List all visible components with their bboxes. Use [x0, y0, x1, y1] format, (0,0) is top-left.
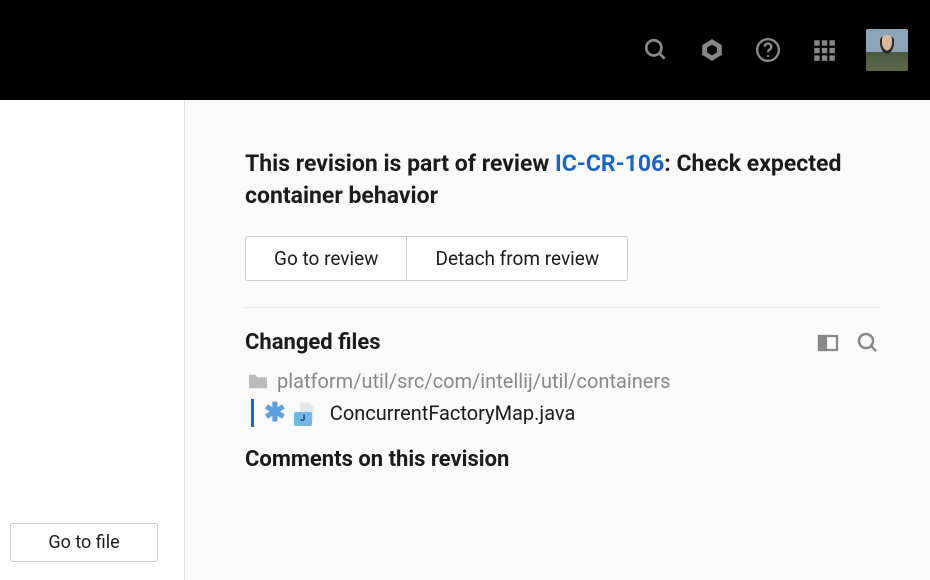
- top-bar: [0, 0, 930, 100]
- apps-grid-icon[interactable]: [810, 36, 838, 64]
- heading-prefix: This revision is part of review: [245, 150, 555, 177]
- revision-heading: This revision is part of review IC-CR-10…: [245, 148, 880, 212]
- help-icon[interactable]: [754, 36, 782, 64]
- modified-asterisk-icon: ✱: [264, 400, 286, 426]
- folder-path-text: platform/util/src/com/intellij/util/cont…: [277, 369, 670, 393]
- comments-title: Comments on this revision: [245, 447, 880, 472]
- changed-files-title: Changed files: [245, 330, 381, 355]
- divider: [245, 307, 880, 308]
- java-file-icon: J: [296, 402, 320, 424]
- go-to-file-button[interactable]: Go to file: [10, 523, 158, 562]
- changed-files-actions: [816, 331, 880, 355]
- file-name-text: ConcurrentFactoryMap.java: [330, 401, 576, 425]
- body-area: Go to file This revision is part of revi…: [0, 100, 930, 580]
- hexagon-icon[interactable]: [698, 36, 726, 64]
- change-indicator-bar: [251, 399, 254, 427]
- search-icon[interactable]: [642, 36, 670, 64]
- diff-view-icon[interactable]: [816, 331, 840, 355]
- folder-row[interactable]: platform/util/src/com/intellij/util/cont…: [247, 369, 880, 393]
- folder-icon: [247, 372, 269, 390]
- search-files-icon[interactable]: [856, 331, 880, 355]
- sidebar: Go to file: [0, 100, 185, 580]
- go-to-review-button[interactable]: Go to review: [245, 236, 407, 281]
- action-button-row: Go to review Detach from review: [245, 236, 880, 281]
- file-row[interactable]: ✱ J ConcurrentFactoryMap.java: [251, 399, 880, 427]
- main-content: This revision is part of review IC-CR-10…: [185, 100, 930, 580]
- detach-from-review-button[interactable]: Detach from review: [407, 236, 628, 281]
- changed-files-header: Changed files: [245, 330, 880, 355]
- review-link[interactable]: IC-CR-106: [555, 150, 664, 177]
- avatar[interactable]: [866, 29, 908, 71]
